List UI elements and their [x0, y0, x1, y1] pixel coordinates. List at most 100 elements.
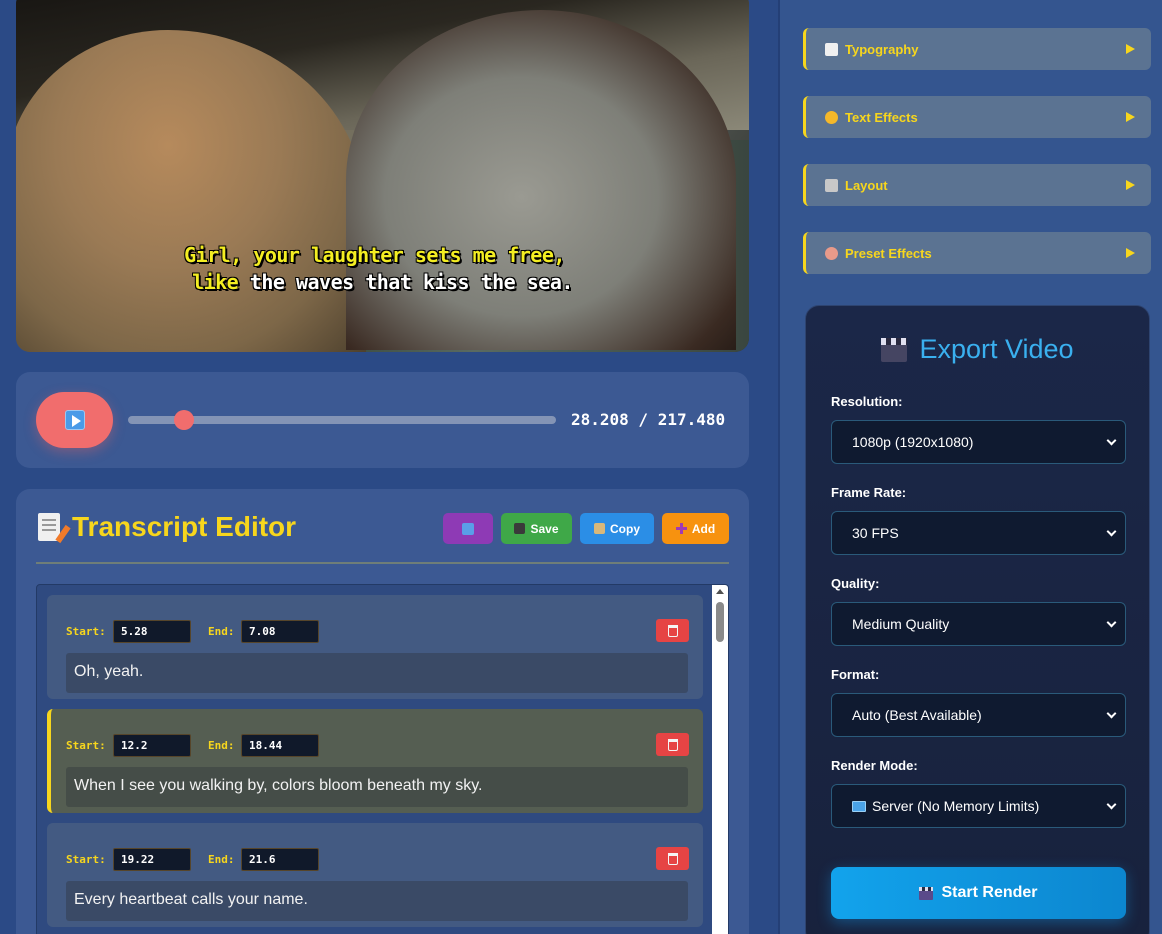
save-button-label: Save — [530, 521, 559, 536]
palette-icon — [825, 246, 838, 260]
transcript-toolbar: Save Copy Add — [443, 513, 729, 544]
frame-rate-label: Frame Rate: — [831, 485, 907, 500]
quality-label: Quality: — [831, 576, 880, 591]
resolution-value: 1080p (1920x1080) — [852, 434, 974, 450]
copy-button[interactable]: Copy — [580, 513, 654, 544]
start-label: Start: — [66, 625, 106, 638]
format-select[interactable]: Auto (Best Available) — [831, 693, 1126, 737]
clapperboard-icon — [919, 886, 934, 900]
plus-icon — [675, 523, 687, 534]
accordion-text-effects[interactable]: Text Effects — [803, 96, 1151, 138]
accordion-label: Typography — [845, 41, 919, 57]
delete-segment-button[interactable] — [656, 619, 689, 642]
chevron-down-icon — [1106, 435, 1117, 446]
start-label: Start: — [66, 853, 106, 866]
player-controls: 28.208 / 217.480 — [16, 372, 749, 468]
start-render-label: Start Render — [941, 884, 1038, 901]
segment-item-active: Start: 12.2 End: 18.44 When I see you wa… — [47, 709, 703, 813]
render-mode-value: Server (No Memory Limits) — [872, 798, 1040, 814]
chevron-down-icon — [1106, 708, 1117, 719]
subtitle-line-2-rest: the waves that kiss the sea. — [249, 270, 574, 294]
transcript-editor-title: Transcript Editor — [72, 511, 297, 542]
trash-icon — [667, 852, 678, 865]
time-display: 28.208 / 217.480 — [571, 410, 726, 429]
scroll-up-arrow-icon[interactable] — [716, 589, 724, 594]
render-mode-label: Render Mode: — [831, 758, 918, 773]
desktop-computer-icon — [852, 800, 866, 812]
trash-icon — [667, 738, 678, 751]
quality-select[interactable]: Medium Quality — [831, 602, 1126, 646]
seek-slider[interactable] — [128, 410, 556, 430]
format-value: Auto (Best Available) — [852, 707, 982, 723]
chevron-down-icon — [1106, 526, 1117, 537]
end-label: End: — [208, 625, 235, 638]
expand-arrow-icon — [1126, 112, 1135, 122]
floppy-disk-icon — [514, 523, 526, 534]
resolution-select[interactable]: 1080p (1920x1080) — [831, 420, 1126, 464]
end-time-input[interactable]: 18.44 — [241, 734, 319, 757]
refresh-icon — [462, 522, 474, 535]
accordion-label: Text Effects — [845, 109, 918, 125]
seek-slider-thumb[interactable] — [173, 410, 194, 430]
format-label: Format: — [831, 667, 880, 682]
export-title-text: Export Video — [919, 334, 1074, 364]
export-title: Export Video — [806, 334, 1149, 365]
add-button-label: Add — [691, 521, 716, 536]
frame-rate-value: 30 FPS — [852, 525, 899, 541]
start-render-button[interactable]: Start Render — [831, 867, 1126, 919]
segment-item: Start: 5.28 End: 7.08 Oh, yeah. — [47, 595, 703, 699]
video-figure-woman — [346, 10, 736, 350]
clipboard-icon — [594, 523, 605, 534]
chevron-down-icon — [1106, 799, 1117, 810]
segment-item: Start: 19.22 End: 21.6 Every heartbeat c… — [47, 823, 703, 927]
memo-icon — [38, 513, 60, 541]
subtitle-highlight-word: like — [192, 270, 239, 294]
accordion-label: Preset Effects — [845, 245, 932, 261]
clapperboard-icon — [881, 337, 908, 362]
document-icon — [825, 42, 838, 56]
quality-value: Medium Quality — [852, 616, 950, 632]
segment-list-scrollbar[interactable] — [712, 585, 728, 934]
play-button[interactable] — [36, 392, 113, 448]
scrollbar-thumb[interactable] — [716, 602, 724, 642]
start-time-input[interactable]: 5.28 — [113, 620, 191, 643]
copy-button-label: Copy — [610, 521, 640, 536]
expand-arrow-icon — [1126, 248, 1135, 258]
play-icon — [64, 410, 85, 430]
subtitle-overlay: Girl, your laughter sets me free, like t… — [16, 242, 749, 296]
segment-text-input[interactable]: Oh, yeah. — [66, 653, 688, 693]
video-preview[interactable]: Girl, your laughter sets me free, like t… — [16, 0, 749, 352]
frame-rate-select[interactable]: 30 FPS — [831, 511, 1126, 555]
end-label: End: — [208, 739, 235, 752]
refresh-button[interactable] — [443, 513, 493, 544]
delete-segment-button[interactable] — [656, 847, 689, 870]
accordion-preset-effects[interactable]: Preset Effects — [803, 232, 1151, 274]
segment-list[interactable]: Start: 5.28 End: 7.08 Oh, yeah. Start: 1… — [36, 584, 729, 934]
transcript-editor-header: Transcript Editor — [38, 511, 296, 543]
sparkles-icon — [825, 110, 838, 124]
end-time-input[interactable]: 7.08 — [241, 620, 319, 643]
start-time-input[interactable]: 19.22 — [113, 848, 191, 871]
panel-divider — [778, 0, 780, 934]
render-mode-select[interactable]: Server (No Memory Limits) — [831, 784, 1126, 828]
accordion-typography[interactable]: Typography — [803, 28, 1151, 70]
add-button[interactable]: Add — [662, 513, 729, 544]
expand-arrow-icon — [1126, 180, 1135, 190]
end-time-input[interactable]: 21.6 — [241, 848, 319, 871]
export-panel: Export Video Resolution: 1080p (1920x108… — [805, 305, 1150, 934]
end-label: End: — [208, 853, 235, 866]
delete-segment-button[interactable] — [656, 733, 689, 756]
accordion-layout[interactable]: Layout — [803, 164, 1151, 206]
subtitle-line-2: like the waves that kiss the sea. — [16, 269, 749, 296]
accordion-label: Layout — [845, 177, 888, 193]
save-button[interactable]: Save — [501, 513, 572, 544]
start-label: Start: — [66, 739, 106, 752]
resolution-label: Resolution: — [831, 394, 903, 409]
start-time-input[interactable]: 12.2 — [113, 734, 191, 757]
transcript-editor: Transcript Editor Save Copy Add Start: 5… — [16, 489, 749, 934]
expand-arrow-icon — [1126, 44, 1135, 54]
chevron-down-icon — [1106, 617, 1117, 628]
segment-text-input[interactable]: Every heartbeat calls your name. — [66, 881, 688, 921]
triangle-ruler-icon — [825, 178, 838, 192]
segment-text-input[interactable]: When I see you walking by, colors bloom … — [66, 767, 688, 807]
